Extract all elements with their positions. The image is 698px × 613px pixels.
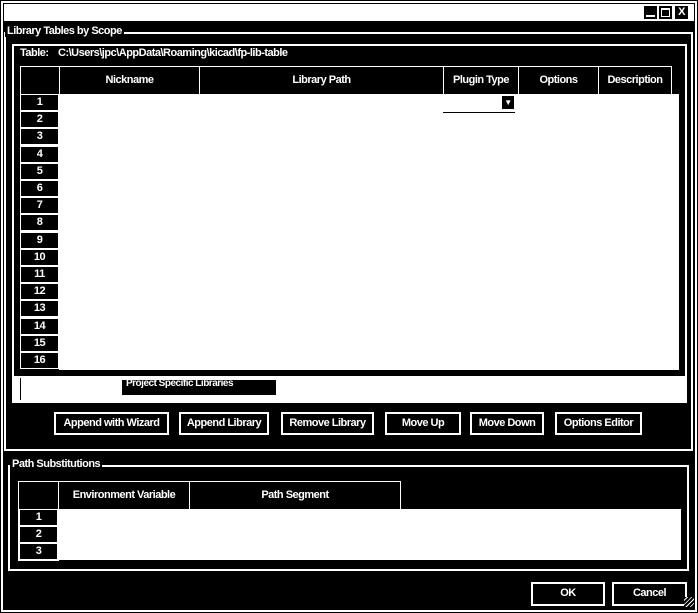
row-label[interactable]: 16 <box>21 353 58 368</box>
column-header-path-segment[interactable]: Path Segment <box>189 481 401 509</box>
close-icon: X <box>678 6 685 18</box>
close-button[interactable]: X <box>675 6 688 19</box>
row-label[interactable]: 8 <box>21 215 58 231</box>
column-header-nickname[interactable]: Nickname <box>59 66 200 94</box>
row-label[interactable]: 3 <box>21 129 58 145</box>
library-table[interactable]: Nickname Library Path Plugin Type Option… <box>20 66 679 371</box>
title-bar[interactable] <box>4 4 694 21</box>
chevron-down-icon[interactable]: ▼ <box>501 95 515 110</box>
row-label[interactable]: 1 <box>21 95 58 110</box>
tab-project-specific-libraries[interactable]: Project Specific Libraries <box>122 379 276 395</box>
minimize-button[interactable] <box>644 6 657 19</box>
path-group-title: Path Substitutions <box>10 458 103 470</box>
remove-library-button[interactable]: Remove Library <box>281 412 374 435</box>
column-header-plugin-type[interactable]: Plugin Type <box>443 66 519 94</box>
row-label[interactable]: 2 <box>21 112 58 128</box>
row-label[interactable]: 15 <box>21 335 58 351</box>
row-label[interactable]: 2 <box>20 527 57 542</box>
row-label[interactable]: 14 <box>21 318 58 334</box>
row-label[interactable]: 10 <box>21 249 58 265</box>
row-label[interactable]: 11 <box>21 267 58 282</box>
maximize-button[interactable] <box>659 6 672 19</box>
table-body[interactable] <box>59 94 679 370</box>
library-group-title: Library Tables by Scope <box>5 25 124 37</box>
row-label[interactable]: 3 <box>20 544 57 559</box>
column-header-environment-variable[interactable]: Environment Variable <box>58 481 190 509</box>
maximize-icon <box>661 8 670 17</box>
table-body[interactable] <box>58 509 681 560</box>
move-down-button[interactable]: Move Down <box>470 412 544 435</box>
cancel-button[interactable]: Cancel <box>612 582 687 606</box>
row-label[interactable]: 13 <box>21 301 58 317</box>
minimize-icon <box>646 15 655 17</box>
ok-button[interactable]: OK <box>531 582 605 606</box>
corner-cell <box>20 66 60 94</box>
resize-grip-icon[interactable] <box>684 597 694 607</box>
column-header-options[interactable]: Options <box>518 66 599 94</box>
plugin-type-select[interactable]: ▼ <box>443 94 515 113</box>
append-library-button[interactable]: Append Library <box>179 412 269 435</box>
row-label[interactable]: 1 <box>20 510 57 525</box>
column-header-description[interactable]: Description <box>598 66 672 94</box>
append-with-wizard-button[interactable]: Append with Wizard <box>54 412 169 435</box>
row-label[interactable]: 5 <box>21 163 58 179</box>
row-label[interactable]: 12 <box>21 284 58 300</box>
tab-global-libraries[interactable] <box>20 378 121 400</box>
column-header-library-path[interactable]: Library Path <box>199 66 444 94</box>
row-label[interactable]: 7 <box>21 198 58 214</box>
row-label[interactable]: 6 <box>21 181 58 196</box>
path-substitutions-table[interactable]: Environment Variable Path Segment 1 2 3 <box>18 481 681 561</box>
row-label[interactable]: 9 <box>21 232 58 248</box>
table-path: C:\Users\jpc\AppData\Roaming\kicad\fp-li… <box>58 47 288 59</box>
move-up-button[interactable]: Move Up <box>385 412 461 435</box>
row-label[interactable]: 4 <box>21 146 58 162</box>
corner-cell <box>18 481 59 509</box>
table-label: Table: <box>20 47 49 59</box>
options-editor-button[interactable]: Options Editor <box>555 412 642 435</box>
